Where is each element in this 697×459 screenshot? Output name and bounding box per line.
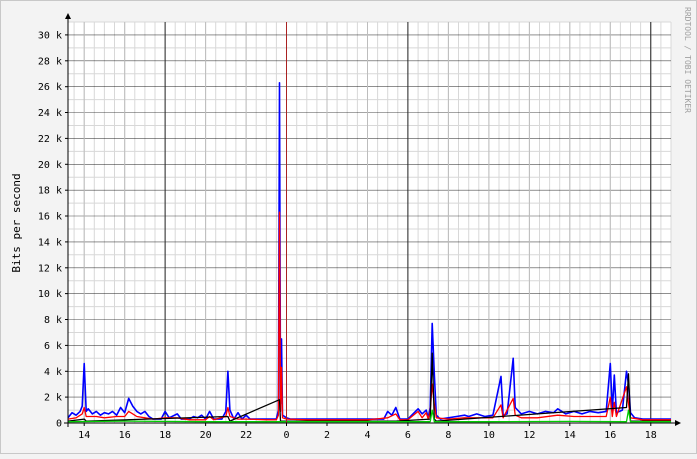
x-tick-label: 2 [324, 430, 330, 441]
x-tick-label: 12 [523, 430, 535, 441]
y-tick-label: 26 k [38, 82, 62, 93]
y-tick-labels: 0 2 k 4 k 6 k 8 k 10 k 12 k 14 k 16 k 18 k 20 k 22 … [38, 30, 68, 430]
x-tick-label: 10 [483, 430, 495, 441]
y-tick-label: 2 k [44, 393, 62, 404]
y-tick-label: 30 k [38, 30, 62, 41]
x-tick-label: 16 [119, 430, 131, 441]
x-tick-label: 0 [283, 430, 289, 441]
y-tick-label: 6 k [44, 341, 62, 352]
y-tick-label: 14 k [38, 237, 62, 248]
y-tick-label: 8 k [44, 315, 62, 326]
y-tick-label: 10 k [38, 289, 62, 300]
x-axis-arrow [675, 420, 681, 426]
y-axis-arrow [65, 13, 71, 19]
x-tick-label: 22 [240, 430, 252, 441]
watermark-text: RRDTOOL / TOBI OETIKER [683, 7, 692, 113]
x-tick-label: 14 [564, 430, 576, 441]
y-tick-label: 0 [56, 419, 62, 430]
x-tick-label: 18 [645, 430, 657, 441]
x-tick-label: 14 [78, 430, 90, 441]
x-tick-label: 18 [159, 430, 171, 441]
plot-area [68, 22, 671, 423]
y-tick-label: 20 k [38, 160, 62, 171]
x-tick-label: 4 [364, 430, 370, 441]
y-axis-label: Bits per second [10, 173, 23, 272]
y-tick-label: 12 k [38, 263, 62, 274]
traffic-chart: 0 2 k 4 k 6 k 8 k 10 k 12 k 14 k 16 k 18 k 20 k 22 … [10, 7, 692, 441]
y-tick-label: 18 k [38, 186, 62, 197]
y-tick-label: 24 k [38, 108, 62, 119]
x-tick-label: 16 [604, 430, 616, 441]
y-tick-label: 4 k [44, 367, 62, 378]
x-tick-label: 20 [200, 430, 212, 441]
x-tick-labels: 14 16 18 20 22 0 2 4 6 8 10 12 14 16 18 [78, 423, 657, 441]
x-tick-label: 8 [445, 430, 451, 441]
y-tick-label: 28 k [38, 56, 62, 67]
x-tick-label: 6 [405, 430, 411, 441]
y-tick-label: 22 k [38, 134, 62, 145]
graph-frame: 0 2 k 4 k 6 k 8 k 10 k 12 k 14 k 16 k 18 k 20 k 22 … [0, 0, 697, 454]
y-tick-label: 16 k [38, 212, 62, 223]
